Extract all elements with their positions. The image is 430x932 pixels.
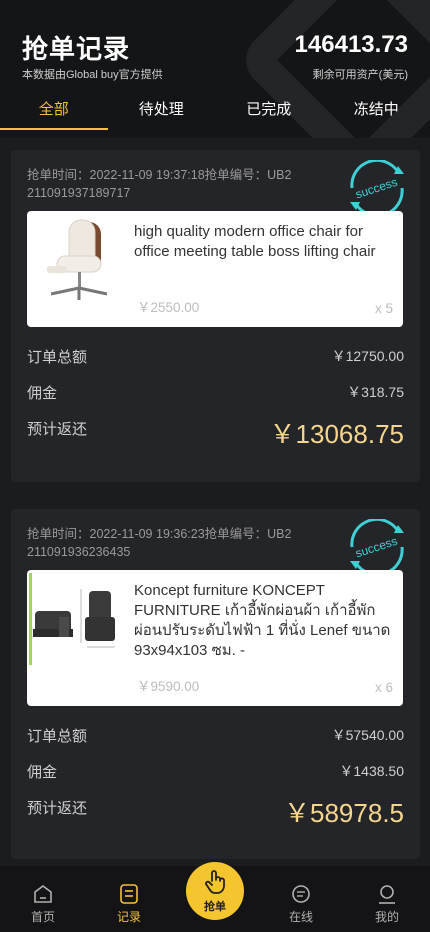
return-value: ￥58978.5	[284, 798, 404, 828]
order-meta: 抢单时间：2022-11-09 19:36:23抢单编号：UB221109193…	[27, 527, 292, 559]
product-price: ￥2550.00	[137, 300, 200, 315]
recliner-image	[29, 573, 122, 665]
product-name: high quality modern office chair for off…	[134, 223, 376, 260]
tab-bar: 全部 待处理 已完成 冻结中	[0, 92, 430, 138]
tab-frozen[interactable]: 冻结中	[323, 92, 430, 138]
return-row: 预计返还 ￥13068.75	[27, 418, 404, 449]
nav-home[interactable]: 首页	[0, 866, 86, 932]
balance-value: 146413.73	[294, 31, 408, 58]
product-quantity: x 5	[374, 301, 393, 316]
home-icon	[34, 885, 52, 903]
order-total-label: 订单总额	[27, 728, 88, 745]
nav-online[interactable]: 在线	[258, 866, 344, 932]
nav-online-label: 在线	[288, 910, 313, 924]
commission-label: 佣金	[27, 764, 58, 781]
order-total-label: 订单总额	[27, 349, 88, 366]
commission-row: 佣金 ￥318.75	[27, 382, 404, 403]
order-meta: 抢单时间：2022-11-09 19:37:18抢单编号：UB221109193…	[27, 168, 292, 200]
balance-label: 剩余可用资产(美元)	[312, 69, 408, 81]
header: 抢单记录 本数据由Global buy官方提供 146413.73 剩余可用资产…	[0, 0, 430, 138]
order-card: 抢单时间：2022-11-09 19:36:23抢单编号：UB221109193…	[11, 509, 420, 859]
return-label: 预计返还	[27, 421, 88, 438]
grab-order-label: 抢单	[204, 901, 226, 913]
order-total-value: ￥12750.00	[331, 348, 404, 364]
commission-label: 佣金	[27, 385, 58, 402]
product-name: Koncept furniture KONCEPT FURNITURE เก้า…	[134, 582, 391, 659]
nav-mine-label: 我的	[374, 910, 399, 924]
commission-row: 佣金 ￥1438.50	[27, 761, 404, 782]
office-chair-image	[29, 214, 122, 306]
order-total-row: 订单总额 ￥57540.00	[27, 725, 404, 746]
records-icon	[120, 884, 138, 904]
tap-hand-icon	[205, 870, 225, 894]
product-price: ￥9590.00	[137, 679, 200, 694]
commission-value: ￥318.75	[347, 384, 404, 400]
tab-completed[interactable]: 已完成	[215, 92, 323, 138]
nav-records-label: 记录	[116, 910, 141, 924]
svg-text:success: success	[354, 534, 400, 561]
success-stamp-icon: success	[350, 519, 404, 575]
product-card[interactable]: Koncept furniture KONCEPT FURNITURE เก้า…	[27, 570, 403, 706]
return-row: 预计返还 ￥58978.5	[27, 797, 404, 828]
product-quantity: x 6	[374, 680, 393, 695]
commission-value: ￥1438.50	[339, 763, 404, 779]
page-subtitle: 本数据由Global buy官方提供	[22, 69, 163, 81]
nav-home-label: 首页	[30, 910, 55, 924]
success-stamp-icon: success	[350, 160, 404, 216]
return-label: 预计返还	[27, 800, 88, 817]
page-title: 抢单记录	[22, 34, 131, 64]
nav-records[interactable]: 记录	[86, 866, 172, 932]
grab-order-button[interactable]: 抢单	[186, 862, 244, 920]
tab-pending[interactable]: 待处理	[108, 92, 216, 138]
order-total-value: ￥57540.00	[331, 727, 404, 743]
return-value: ￥13068.75	[269, 419, 404, 449]
tab-all[interactable]: 全部	[0, 92, 108, 138]
order-total-row: 订单总额 ￥12750.00	[27, 346, 404, 367]
product-card[interactable]: high quality modern office chair for off…	[27, 211, 403, 327]
order-card: 抢单时间：2022-11-09 19:37:18抢单编号：UB221109193…	[11, 150, 420, 482]
nav-mine[interactable]: 我的	[344, 866, 430, 932]
chat-icon	[292, 885, 310, 903]
user-icon	[379, 885, 395, 904]
svg-text:success: success	[354, 175, 400, 202]
